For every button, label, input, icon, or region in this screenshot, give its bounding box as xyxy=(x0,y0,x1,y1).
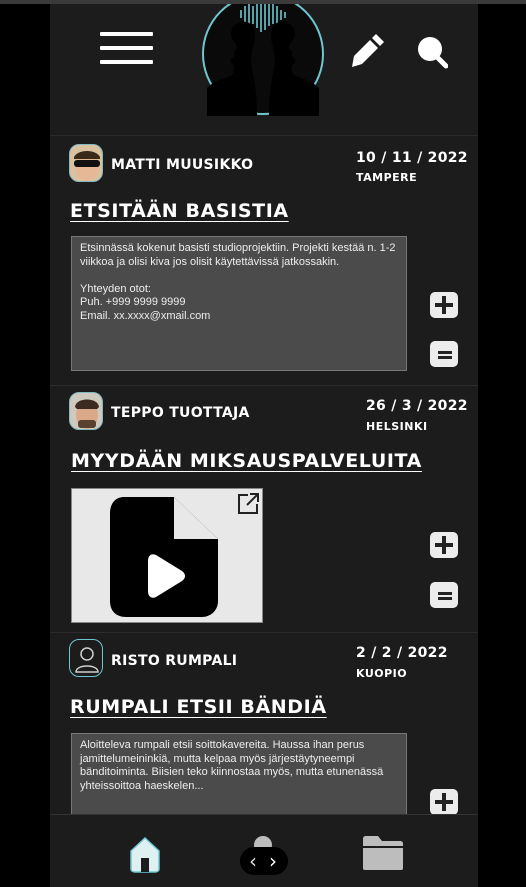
remove-button[interactable] xyxy=(430,582,458,608)
next-button[interactable]: › xyxy=(269,849,277,873)
folder-icon[interactable] xyxy=(362,835,404,871)
add-button[interactable] xyxy=(430,789,458,815)
post-description: Etsinnässä kokenut basisti studioprojekt… xyxy=(71,236,407,371)
avatar[interactable] xyxy=(69,144,103,182)
video-attachment[interactable] xyxy=(71,488,263,623)
plus-icon xyxy=(435,296,453,314)
user-icon xyxy=(75,647,99,673)
post-date: 10 / 11 / 2022 xyxy=(356,150,468,166)
post-title[interactable]: RUMPALI ETSII BÄNDIÄ xyxy=(70,696,327,718)
home-icon[interactable] xyxy=(128,835,162,873)
remove-button[interactable] xyxy=(430,341,458,367)
plus-icon xyxy=(435,536,453,554)
post-card: TEPPO TUOTTAJA 26 / 3 / 2022 HELSINKI MY… xyxy=(50,385,478,633)
hamburger-icon[interactable] xyxy=(100,32,153,64)
post-author[interactable]: TEPPO TUOTTAJA xyxy=(111,405,250,421)
post-date: 26 / 3 / 2022 xyxy=(366,398,468,414)
post-card: RISTO RUMPALI 2 / 2 / 2022 KUOPIO RUMPAL… xyxy=(50,632,478,823)
post-card: MATTI MUUSIKKO 10 / 11 / 2022 TAMPERE ET… xyxy=(50,135,478,386)
plus-icon xyxy=(435,793,453,811)
post-description: Aloitteleva rumpali etsii soittokavereit… xyxy=(71,733,407,823)
add-button[interactable] xyxy=(430,532,458,558)
post-title[interactable]: ETSITÄÄN BASISTIA xyxy=(70,200,289,222)
post-date: 2 / 2 / 2022 xyxy=(356,645,448,661)
pencil-icon[interactable] xyxy=(350,34,384,68)
previous-button[interactable]: ‹ xyxy=(249,849,257,873)
avatar[interactable] xyxy=(69,639,103,677)
post-city: KUOPIO xyxy=(356,667,408,680)
minus-icon xyxy=(438,592,452,600)
app-header xyxy=(50,4,478,136)
post-title[interactable]: MYYDÄÄN MIKSAUSPALVELUITA xyxy=(71,450,422,472)
silhouettes-logo[interactable] xyxy=(201,4,325,116)
page-switcher: ‹ › xyxy=(240,847,288,875)
video-file-icon xyxy=(110,497,218,617)
post-author[interactable]: MATTI MUUSIKKO xyxy=(111,157,253,173)
app-frame: MATTI MUUSIKKO 10 / 11 / 2022 TAMPERE ET… xyxy=(50,4,478,887)
external-link-icon[interactable] xyxy=(236,492,260,516)
search-icon[interactable] xyxy=(416,35,448,69)
post-author[interactable]: RISTO RUMPALI xyxy=(111,653,237,669)
post-city: HELSINKI xyxy=(366,420,428,433)
add-button[interactable] xyxy=(430,292,458,318)
post-city: TAMPERE xyxy=(356,171,418,184)
minus-icon xyxy=(438,351,452,359)
avatar[interactable] xyxy=(69,392,103,430)
